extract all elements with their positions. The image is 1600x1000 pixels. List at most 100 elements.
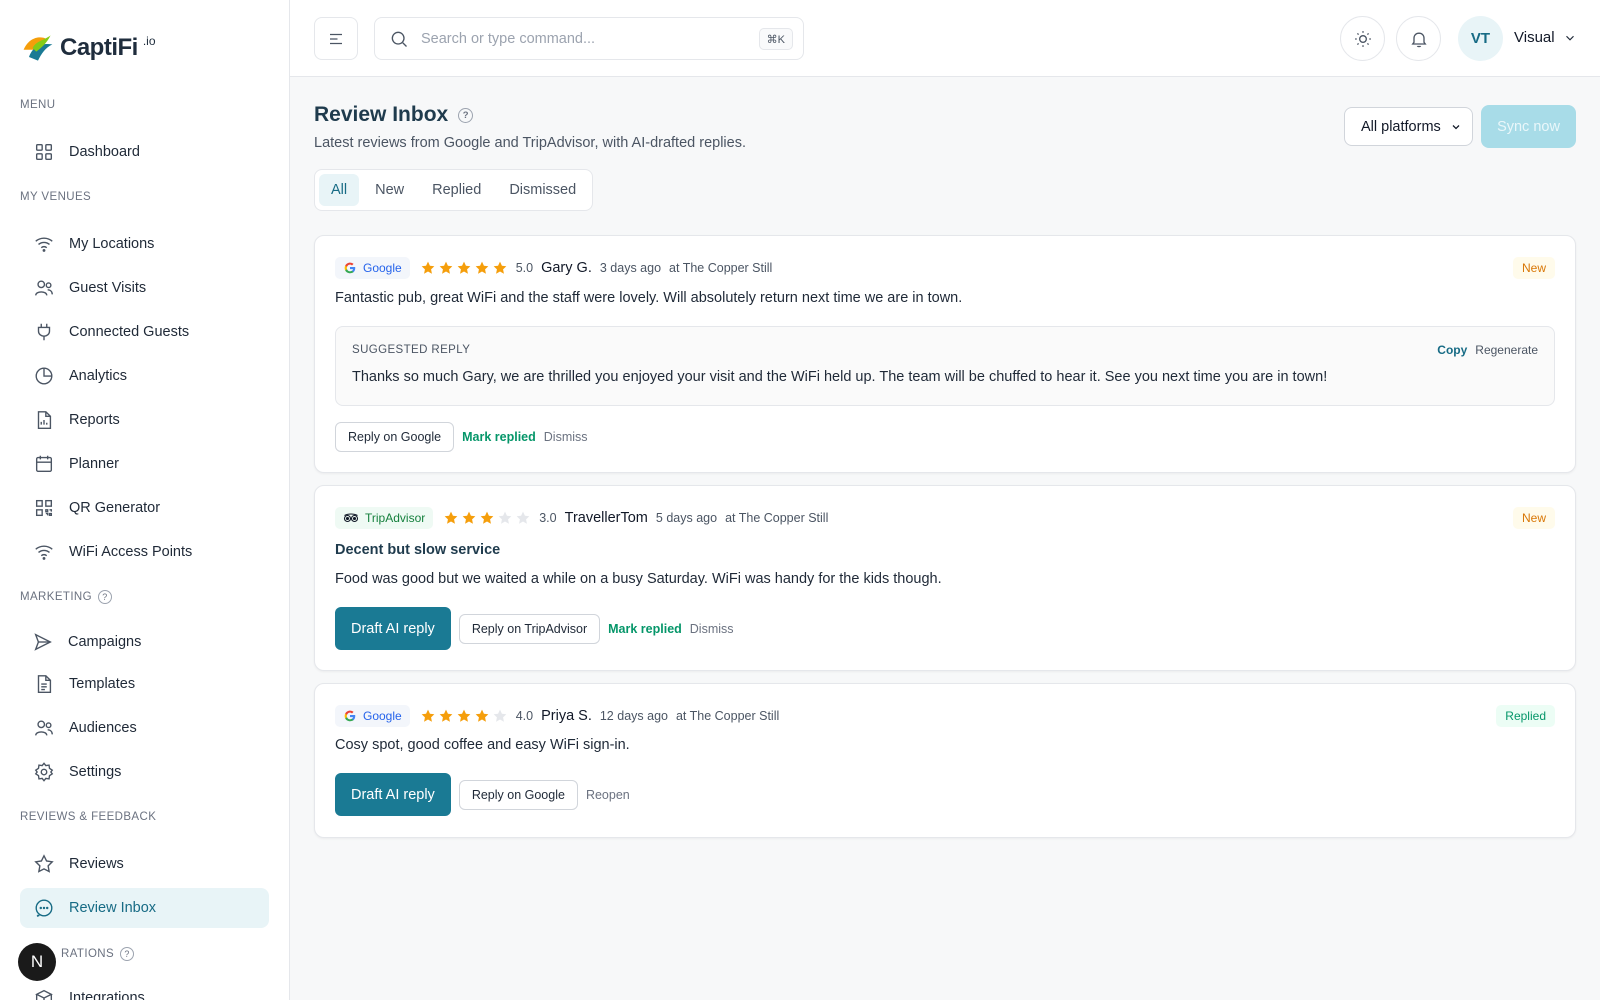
suggested-reply-text: Thanks so much Gary, we are thrilled you…	[352, 369, 1328, 385]
rating-value: 3.0	[539, 511, 557, 525]
tab-new[interactable]: New	[363, 174, 416, 206]
draft-ai-reply-button[interactable]: Draft AI reply	[335, 607, 451, 650]
sidebar-item-connected-guests[interactable]: Connected Guests	[20, 312, 269, 352]
status-badge: Replied	[1496, 705, 1555, 727]
section-label-marketing: MARKETING?	[20, 590, 112, 604]
users-icon	[35, 720, 53, 736]
pie-chart-icon	[35, 367, 53, 385]
help-icon[interactable]: ?	[97, 590, 112, 604]
calendar-icon	[35, 455, 53, 473]
sidebar-item-audiences[interactable]: Audiences	[20, 708, 269, 748]
platform-badge: Google	[335, 257, 410, 279]
regenerate-button[interactable]: Regenerate	[1475, 343, 1538, 357]
review-author: Priya S.	[541, 708, 592, 724]
theme-toggle-button[interactable]	[1340, 16, 1385, 61]
sidebar-item-reviews[interactable]: Reviews	[20, 844, 269, 884]
grid-icon	[35, 143, 53, 161]
review-meta: Google 5.0 Gary G. 3 days ago at The Cop…	[335, 257, 772, 279]
copy-button[interactable]: Copy	[1437, 343, 1467, 357]
star-filled-icon	[493, 261, 507, 274]
rating-value: 4.0	[515, 709, 534, 723]
tab-all[interactable]: All	[319, 174, 360, 206]
dismiss-button[interactable]: Dismiss	[544, 430, 588, 444]
sidebar-item-campaigns[interactable]: Campaigns	[20, 622, 269, 662]
star-filled-icon	[480, 511, 494, 524]
sidebar-item-planner[interactable]: Planner	[20, 444, 269, 484]
notifications-button[interactable]	[1396, 16, 1441, 61]
sidebar-item-label: Reviews	[69, 856, 124, 872]
section-label-menu: MENU	[20, 99, 56, 111]
sidebar-item-wifi-access-points[interactable]: WiFi Access Points	[20, 532, 269, 572]
tab-replied[interactable]: Replied	[420, 174, 493, 206]
qr-icon	[35, 499, 53, 517]
platform-filter-select[interactable]: All platforms	[1344, 107, 1473, 146]
mark-replied-button[interactable]: Mark replied	[462, 430, 536, 444]
star-rating	[420, 260, 508, 276]
reply-on-platform-button[interactable]: Reply on Google	[458, 779, 578, 810]
star-filled-icon	[444, 511, 458, 524]
sidebar-item-guest-visits[interactable]: Guest Visits	[20, 268, 269, 308]
floating-n-badge[interactable]: N	[18, 943, 56, 981]
platform-badge: TripAdvisor	[335, 507, 434, 529]
sidebar-item-label: WiFi Access Points	[69, 544, 193, 560]
sidebar-item-qr-generator[interactable]: QR Generator	[20, 488, 269, 528]
user-name: Visual	[1514, 29, 1555, 46]
section-label-integrations: RATIONS?	[61, 947, 135, 961]
sidebar-item-templates[interactable]: Templates	[20, 664, 269, 704]
search-input[interactable]: Search or type command... ⌘K	[374, 17, 804, 60]
sun-icon	[1354, 30, 1371, 47]
star-filled-icon	[457, 261, 471, 274]
sidebar-item-settings[interactable]: Settings	[20, 752, 269, 792]
users-icon	[35, 280, 53, 296]
gear-icon	[34, 762, 54, 782]
brand-logo[interactable]: CaptiFi .io	[20, 30, 156, 66]
page-subtitle: Latest reviews from Google and TripAdvis…	[314, 135, 746, 151]
star-filled-icon	[475, 261, 489, 274]
search-shortcut: ⌘K	[758, 28, 793, 50]
star-empty-icon	[493, 709, 507, 722]
suggested-reply-panel: SUGGESTED REPLY Copy Regenerate Thanks s…	[335, 326, 1555, 406]
menu-toggle-button[interactable]	[314, 17, 358, 60]
sidebar-item-label: Campaigns	[68, 634, 142, 650]
sidebar-item-label: Audiences	[69, 720, 137, 736]
sidebar-item-my-locations[interactable]: My Locations	[20, 224, 269, 264]
star-filled-icon	[421, 261, 435, 274]
template-icon	[37, 675, 52, 693]
mark-replied-button[interactable]: Mark replied	[608, 622, 682, 636]
reply-on-platform-button[interactable]: Reply on Google	[335, 422, 455, 452]
suggested-reply-actions: Copy Regenerate	[1437, 343, 1538, 357]
avatar[interactable]: VT	[1458, 16, 1503, 61]
review-venue: at The Copper Still	[675, 709, 780, 723]
search-placeholder: Search or type command...	[421, 30, 596, 47]
send-icon	[34, 633, 52, 651]
sidebar-item-label: My Locations	[69, 236, 155, 252]
sidebar-item-reports[interactable]: Reports	[20, 400, 269, 440]
help-icon[interactable]: ?	[458, 107, 474, 123]
sidebar-item-label: Settings	[69, 764, 122, 780]
user-menu[interactable]: Visual	[1514, 29, 1577, 46]
help-icon[interactable]: ?	[120, 947, 135, 961]
sidebar-item-label: Guest Visits	[69, 280, 147, 296]
reopen-button[interactable]: Reopen	[586, 788, 630, 802]
sidebar-item-label: Templates	[69, 676, 136, 692]
sidebar-item-integrations[interactable]: Integrations	[20, 978, 269, 1000]
sync-now-button[interactable]: Sync now	[1481, 105, 1576, 148]
draft-ai-reply-button[interactable]: Draft AI reply	[335, 773, 451, 816]
review-text: Fantastic pub, great WiFi and the staff …	[335, 290, 963, 306]
review-actions: Reply on Google Mark replied Dismiss	[335, 422, 588, 452]
dismiss-button[interactable]: Dismiss	[690, 622, 734, 636]
chevron-down-icon	[1452, 125, 1460, 130]
star-filled-icon	[439, 709, 453, 722]
sidebar-item-dashboard[interactable]: Dashboard	[20, 132, 269, 172]
sidebar-item-label: Review Inbox	[69, 900, 157, 916]
search-icon	[391, 31, 407, 47]
report-icon	[37, 411, 52, 429]
sidebar-item-review-inbox[interactable]: Review Inbox	[20, 888, 269, 928]
plug-icon	[37, 323, 51, 341]
tab-dismissed[interactable]: Dismissed	[497, 174, 588, 206]
sidebar-item-analytics[interactable]: Analytics	[20, 356, 269, 396]
section-label-reviews-feedback: REVIEWS & FEEDBACK	[20, 811, 157, 823]
bell-icon	[1410, 31, 1427, 47]
chevron-down-icon	[1565, 35, 1574, 41]
reply-on-platform-button[interactable]: Reply on TripAdvisor	[458, 613, 601, 644]
